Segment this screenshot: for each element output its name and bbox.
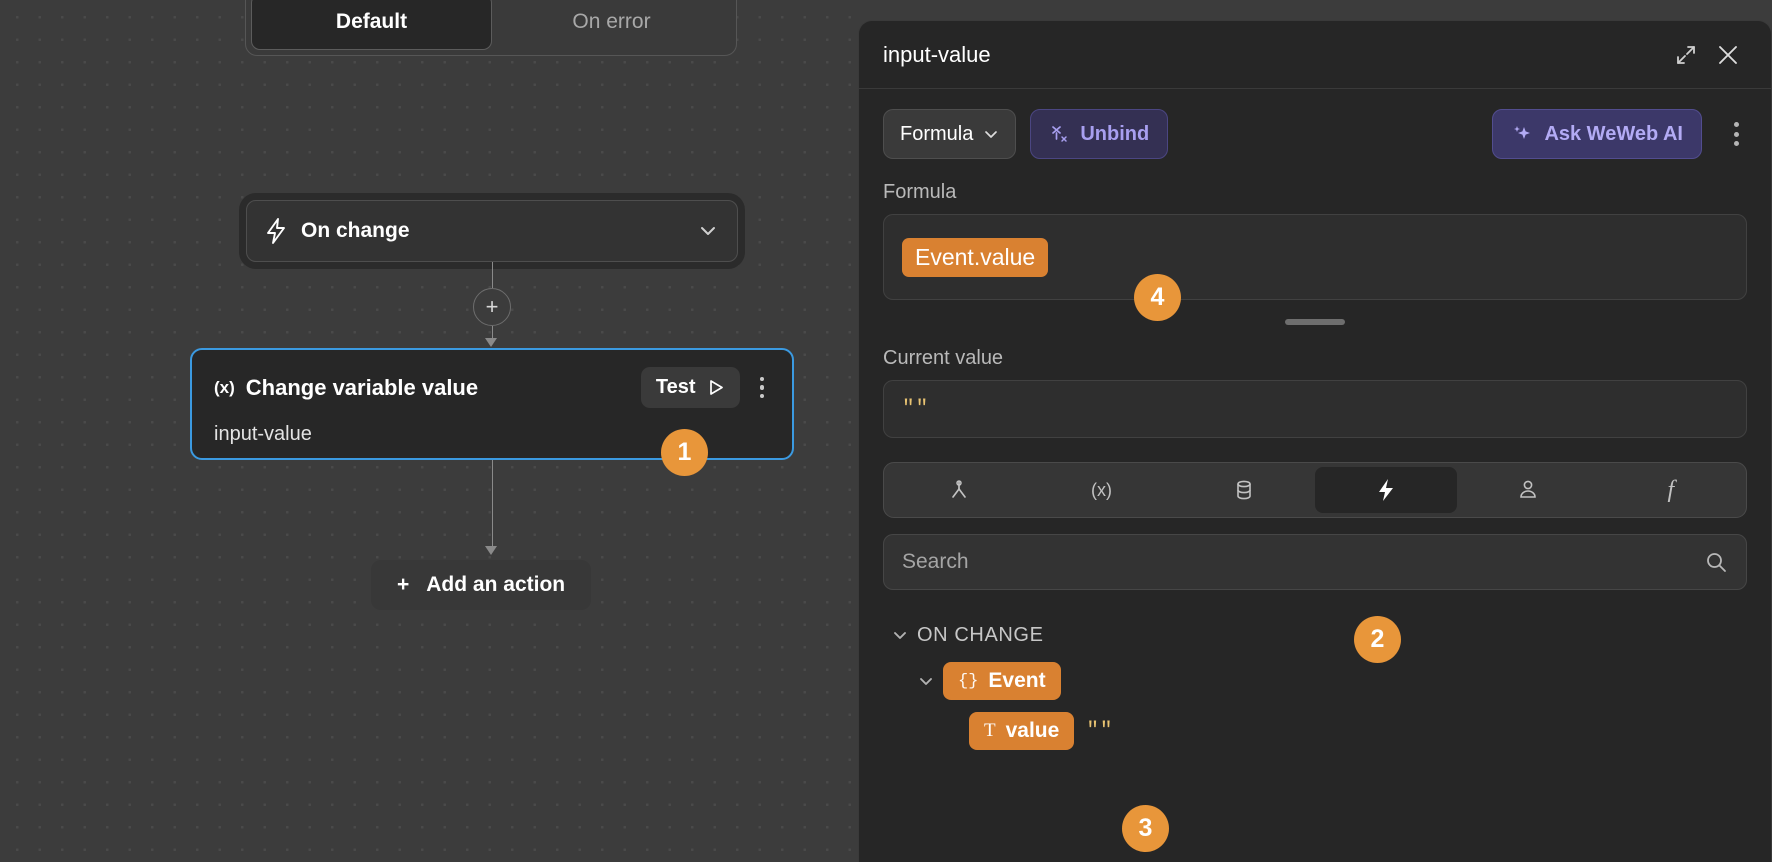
test-button[interactable]: Test [641, 367, 740, 408]
variable-icon: (x) [214, 378, 235, 398]
panel-resize-handle[interactable] [1285, 319, 1345, 325]
tab-user[interactable] [1457, 467, 1599, 513]
tab-events[interactable] [1315, 467, 1457, 513]
function-icon: f [1667, 477, 1674, 504]
expand-icon[interactable] [1665, 34, 1707, 76]
object-brace-icon: {} [958, 672, 978, 691]
value-preview: "" [1086, 720, 1113, 743]
chevron-down-icon[interactable] [909, 671, 943, 691]
step-badge-2-number: 2 [1371, 625, 1385, 654]
action-node-title: Change variable value [246, 375, 641, 401]
unbind-label: Unbind [1080, 123, 1149, 146]
current-value-text: "" [902, 398, 929, 421]
search-icon[interactable] [1704, 550, 1728, 574]
play-icon [706, 378, 725, 397]
user-icon [1517, 478, 1539, 502]
current-value-display: "" [883, 380, 1747, 438]
formula-type-select[interactable]: Formula [883, 109, 1016, 159]
kebab-dot [760, 394, 765, 399]
tab-default-label: Default [336, 10, 407, 34]
chevron-down-icon [983, 126, 999, 142]
kebab-dot [1734, 141, 1739, 146]
lightning-icon [265, 218, 287, 244]
variable-icon: (x) [1091, 480, 1112, 501]
close-icon[interactable] [1707, 34, 1749, 76]
formula-editor[interactable]: Event.value [883, 214, 1747, 300]
hierarchy-icon [947, 478, 971, 502]
tab-functions[interactable]: f [1600, 467, 1742, 513]
kebab-dot [760, 377, 765, 382]
formula-token[interactable]: Event.value [902, 238, 1048, 277]
tree-group-on-change[interactable]: ON CHANGE [883, 612, 1771, 658]
trigger-node-label: On change [301, 219, 697, 243]
tree-group-label: ON CHANGE [917, 624, 1044, 647]
source-tabs[interactable]: (x) f [883, 462, 1747, 518]
ask-weweb-ai-button[interactable]: Ask WeWeb AI [1492, 109, 1702, 159]
ask-weweb-ai-label: Ask WeWeb AI [1544, 123, 1683, 146]
tab-elements[interactable] [888, 467, 1030, 513]
step-badge-4: 4 [1134, 274, 1181, 321]
event-pill[interactable]: {} Event [943, 662, 1061, 700]
step-badge-1: 1 [661, 429, 708, 476]
connector-line [492, 460, 494, 548]
connector-line [492, 262, 494, 288]
unbind-icon [1049, 124, 1069, 144]
tab-variables[interactable]: (x) [1030, 467, 1172, 513]
value-pill[interactable]: T value [969, 712, 1074, 750]
current-value-label: Current value [859, 347, 1771, 370]
chevron-down-icon[interactable] [697, 220, 719, 242]
workflow-canvas[interactable]: Default On error On change + (x) Change … [0, 0, 858, 862]
tree-item-event[interactable]: {} Event [909, 658, 1771, 704]
tab-on-error-label: On error [572, 10, 650, 34]
connector-arrow [485, 546, 497, 555]
kebab-dot [1734, 132, 1739, 137]
panel-toolbar: Formula Unbind Ask WeWeb AI [859, 89, 1771, 159]
formula-section-label: Formula [859, 181, 1771, 204]
action-node-menu-button[interactable] [754, 373, 771, 403]
plus-icon: + [397, 573, 409, 597]
step-badge-3-number: 3 [1139, 814, 1153, 843]
source-tree: ON CHANGE {} Event T value "" [859, 612, 1771, 754]
database-icon [1233, 478, 1255, 502]
unbind-button[interactable]: Unbind [1030, 109, 1168, 159]
step-badge-2: 2 [1354, 616, 1401, 663]
event-pill-label: Event [988, 669, 1045, 693]
add-an-action-label: Add an action [426, 573, 565, 597]
tab-on-error[interactable]: On error [492, 0, 731, 50]
step-badge-3: 3 [1122, 805, 1169, 852]
tab-default[interactable]: Default [251, 0, 492, 50]
trigger-node[interactable]: On change [246, 200, 738, 262]
connector-arrow [485, 338, 497, 347]
lightning-icon [1375, 477, 1397, 503]
add-an-action-button[interactable]: + Add an action [371, 560, 591, 610]
plus-icon: + [486, 296, 499, 318]
text-type-icon: T [984, 720, 996, 742]
value-pill-label: value [1006, 719, 1060, 743]
chevron-down-icon[interactable] [883, 625, 917, 645]
panel-header: input-value [859, 21, 1771, 89]
test-button-label: Test [656, 376, 696, 399]
tree-item-value[interactable]: T value "" [969, 708, 1771, 754]
formula-type-label: Formula [900, 123, 973, 146]
workflow-mode-tabs[interactable]: Default On error [245, 0, 737, 56]
search-input[interactable] [902, 550, 1704, 574]
binding-panel: input-value Formula Unbind Ask WeWeb AI [858, 20, 1772, 862]
search-field[interactable] [883, 534, 1747, 590]
step-badge-4-number: 4 [1151, 283, 1165, 312]
step-badge-1-number: 1 [678, 438, 692, 467]
kebab-dot [1734, 122, 1739, 127]
add-node-button[interactable]: + [473, 288, 511, 326]
panel-title: input-value [883, 42, 1665, 68]
panel-menu-button[interactable] [1724, 114, 1749, 154]
tab-collections[interactable] [1173, 467, 1315, 513]
kebab-dot [760, 385, 765, 390]
sparkles-icon [1511, 123, 1533, 145]
